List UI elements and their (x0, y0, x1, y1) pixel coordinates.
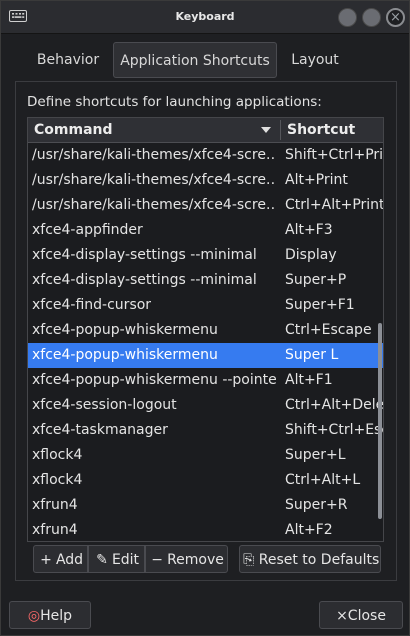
table-row[interactable]: xflock4 Ctrl+Alt+L (28, 468, 383, 493)
close-window-button[interactable]: × (386, 8, 405, 27)
lifebuoy-icon: ◎ (27, 608, 41, 624)
command-cell: xfce4-display-settings --minimal (32, 272, 257, 288)
plus-icon: + (40, 552, 52, 568)
command-cell: xfce4-display-settings --minimal (32, 247, 257, 263)
command-cell: xfrun4 (32, 497, 78, 513)
minimize-button[interactable] (338, 8, 357, 27)
table-row[interactable]: xfce4-taskmanager Shift+Ctrl+Esca (28, 418, 383, 443)
sort-down-icon (261, 127, 271, 133)
shortcut-cell: Super+P (285, 272, 347, 288)
shortcut-cell: Ctrl+Alt+Print (285, 197, 383, 213)
shortcut-cell: Alt+F2 (285, 522, 333, 538)
reset-label: Reset to Defaults (258, 552, 380, 568)
shortcut-cell: Ctrl+Alt+L (285, 472, 361, 488)
edit-button[interactable]: ✎ Edit (88, 545, 145, 573)
table-row[interactable]: /usr/share/kali-themes/xfce4-scre… Ctrl+A… (28, 193, 383, 218)
close-icon: × (336, 608, 348, 624)
reset-icon: ⎘ (243, 552, 255, 568)
shortcut-cell: Super+R (285, 497, 348, 513)
reset-to-defaults-button[interactable]: ⎘ Reset to Defaults (239, 545, 381, 573)
help-button[interactable]: ◎Help (9, 601, 91, 629)
table-row[interactable]: xfce4-appfinder Alt+F3 (28, 218, 383, 243)
shortcut-cell: Alt+F3 (285, 222, 333, 238)
table-row[interactable]: xfce4-popup-whiskermenu --pointer Alt+F1 (28, 368, 383, 393)
command-cell: xfce4-session-logout (32, 397, 177, 413)
table-row[interactable]: xfce4-display-settings --minimal Display (28, 243, 383, 268)
shortcut-cell: Super+F1 (285, 297, 355, 313)
close-button[interactable]: ×Close (319, 601, 403, 629)
shortcut-cell: Alt+F1 (285, 372, 333, 388)
keyboard-window: Keyboard × Behavior Application Shortcut… (0, 0, 410, 636)
command-cell: /usr/share/kali-themes/xfce4-scre… (32, 147, 276, 163)
shortcut-cell: Alt+Print (285, 172, 348, 188)
command-cell: xfce4-appfinder (32, 222, 143, 238)
remove-label: Remove (167, 552, 224, 568)
remove-button[interactable]: − Remove (145, 545, 228, 573)
shortcut-cell: Shift+Ctrl+Esca (285, 422, 383, 438)
edit-label: Edit (111, 552, 140, 568)
command-cell: xflock4 (32, 472, 83, 488)
column-header-shortcut[interactable]: Shortcut (287, 118, 355, 142)
command-cell: /usr/share/kali-themes/xfce4-scre… (32, 197, 276, 213)
command-cell: xfce4-find-cursor (32, 297, 152, 313)
command-cell: xfce4-taskmanager (32, 422, 168, 438)
shortcut-cell: Ctrl+Escape (285, 322, 372, 338)
table-row[interactable]: xfrun4 Alt+F2 (28, 518, 383, 541)
shortcut-cell: Display (285, 247, 337, 263)
pencil-icon: ✎ (96, 552, 108, 568)
table-row[interactable]: xfrun4 Super+R (28, 493, 383, 518)
scrollbar-thumb[interactable] (378, 323, 382, 519)
intro-text: Define shortcuts for launching applicati… (27, 94, 322, 110)
column-divider (280, 120, 281, 140)
command-cell: xfrun4 (32, 522, 78, 538)
column-header-command[interactable]: Command (34, 118, 113, 142)
shortcut-cell: Ctrl+Alt+Delete (285, 397, 383, 413)
command-cell: xflock4 (32, 447, 83, 463)
command-cell: xfce4-popup-whiskermenu (32, 347, 218, 363)
shortcut-cell: Super L (285, 347, 339, 363)
add-button[interactable]: + Add (33, 545, 88, 573)
table-row[interactable]: /usr/share/kali-themes/xfce4-scre… Shift+… (28, 143, 383, 168)
table-row[interactable]: xfce4-popup-whiskermenu Ctrl+Escape (28, 318, 383, 343)
table-row[interactable]: xfce4-session-logout Ctrl+Alt+Delete (28, 393, 383, 418)
shortcuts-table: Command Shortcut /usr/share/kali-themes/… (27, 117, 384, 542)
close-label: Close (347, 608, 386, 624)
table-row[interactable]: xfce4-popup-whiskermenu Super L (28, 343, 383, 368)
help-label: Help (40, 608, 73, 624)
maximize-button[interactable] (362, 8, 381, 27)
table-row[interactable]: /usr/share/kali-themes/xfce4-scre… Alt+Pr… (28, 168, 383, 193)
table-header: Command Shortcut (28, 118, 383, 143)
command-cell: xfce4-popup-whiskermenu (32, 322, 218, 338)
table-row[interactable]: xfce4-find-cursor Super+F1 (28, 293, 383, 318)
title-bar[interactable]: Keyboard × (1, 1, 409, 34)
shortcut-cell: Super+L (285, 447, 346, 463)
command-cell: xfce4-popup-whiskermenu --pointer (32, 372, 276, 388)
shortcut-cell: Shift+Ctrl+Prin (285, 147, 383, 163)
tab-behavior[interactable]: Behavior (25, 42, 111, 78)
tab-application-shortcuts[interactable]: Application Shortcuts (113, 42, 277, 78)
minus-icon: − (151, 552, 163, 568)
table-row[interactable]: xflock4 Super+L (28, 443, 383, 468)
command-cell: /usr/share/kali-themes/xfce4-scre… (32, 172, 276, 188)
close-icon: × (390, 10, 401, 25)
table-row[interactable]: xfce4-display-settings --minimal Super+P (28, 268, 383, 293)
tab-layout[interactable]: Layout (279, 42, 351, 78)
add-label: Add (55, 552, 84, 568)
